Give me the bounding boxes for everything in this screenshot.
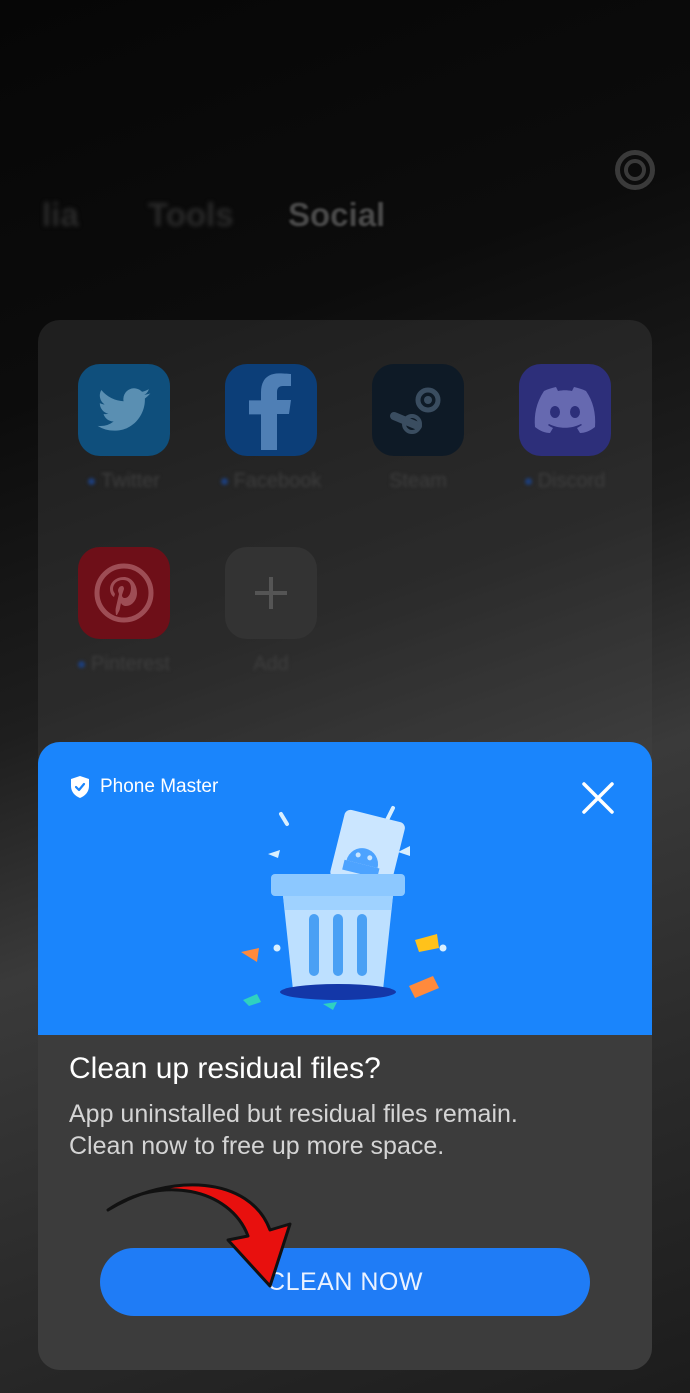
app-twitter[interactable]: Twitter	[78, 364, 170, 493]
steam-icon	[372, 364, 464, 456]
app-label-discord: Discord	[537, 470, 606, 492]
twitter-icon	[78, 364, 170, 456]
tab-social[interactable]: Social	[288, 196, 385, 234]
pinterest-icon	[78, 547, 170, 639]
plus-icon	[225, 547, 317, 639]
settings-gear-icon[interactable]	[615, 150, 655, 190]
dialog-message: App uninstalled but residual files remai…	[69, 1098, 629, 1162]
clean-now-button[interactable]: CLEAN NOW	[100, 1248, 590, 1316]
app-label-facebook: Facebook	[233, 470, 322, 492]
brand-name: Phone Master	[100, 776, 219, 797]
category-tabs: lia Tools Social	[0, 196, 690, 240]
app-steam[interactable]: Steam	[372, 364, 464, 493]
shield-check-icon	[71, 776, 89, 798]
dialog-brand: Phone Master	[70, 776, 218, 798]
trash-can-illustration	[241, 806, 447, 1010]
app-label-steam: Steam	[389, 470, 447, 492]
close-button[interactable]	[578, 778, 618, 818]
clean-residual-dialog: Phone Master Clean up residual files? Ap…	[38, 742, 652, 1370]
dialog-title: Clean up residual files?	[69, 1052, 381, 1085]
dialog-message-line-1: App uninstalled but residual files remai…	[69, 1100, 518, 1128]
app-pinterest[interactable]: Pinterest	[78, 547, 170, 676]
dialog-header: Phone Master	[38, 742, 652, 1035]
discord-icon	[519, 364, 611, 456]
app-label-pinterest: Pinterest	[91, 653, 170, 675]
close-icon	[582, 782, 614, 814]
app-discord[interactable]: Discord	[519, 364, 611, 493]
tab-media[interactable]: lia	[42, 196, 79, 234]
dialog-message-line-2: Clean now to free up more space.	[69, 1132, 445, 1160]
app-label-twitter: Twitter	[101, 470, 160, 492]
app-label-add: Add	[253, 653, 289, 675]
tab-tools[interactable]: Tools	[148, 196, 234, 234]
app-add[interactable]: Add	[225, 547, 317, 676]
app-facebook[interactable]: Facebook	[220, 364, 321, 493]
facebook-icon	[225, 364, 317, 456]
